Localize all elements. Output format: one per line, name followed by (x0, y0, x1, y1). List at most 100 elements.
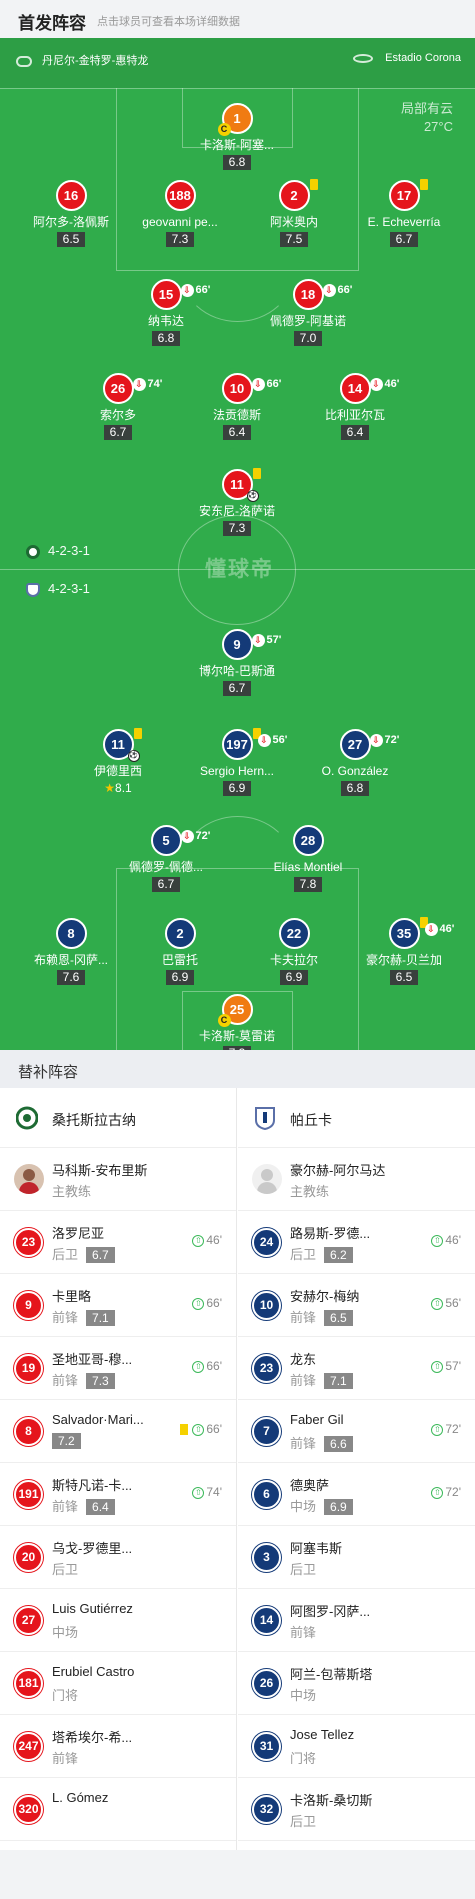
sub-off-icon: ⇩ (180, 829, 194, 843)
pitch: 丹尼尔-金特罗-惠特龙 Estadio Corona 局部有云 27°C 懂球帝… (0, 38, 475, 1050)
sub-player-row[interactable]: 191 斯特凡诺-卡... 前锋 6.4 ⇧ 74' (0, 1463, 236, 1526)
sub-player-row[interactable]: 3 阿塞韦斯 后卫 (238, 1526, 475, 1589)
away-player[interactable]: 27 ⇩ 72' O. González 6.8 (300, 729, 410, 797)
away-team-name: 帕丘卡 (290, 1112, 332, 1128)
home-player[interactable]: 17 E. Echeverría 6.7 (349, 179, 459, 248)
away-formation: 4-2-3-1 (26, 581, 90, 597)
player-rating-wrap: 7.3 (125, 230, 235, 248)
player-rating: 6.9 (280, 970, 308, 985)
sub-player-row[interactable]: 31 Jose Tellez 门将 (238, 1715, 475, 1778)
sub-player-row[interactable]: 23 龙东 前锋 7.1 ⇧ 57' (238, 1337, 475, 1400)
home-player[interactable]: 26 ⇩ 74' 索尔多 6.7 (63, 373, 173, 441)
yellow-card-icon (309, 179, 318, 190)
sub-player-row[interactable]: 320 L. Gómez (0, 1778, 236, 1841)
home-player[interactable]: 1 C 卡洛斯-阿塞... 6.8 (182, 103, 292, 171)
away-player[interactable]: 28 Elías Montiel 7.8 (253, 825, 363, 893)
home-player[interactable]: 11 ⚽ 安东尼-洛萨诺 7.3 (182, 468, 292, 537)
away-player[interactable]: 8 布赖恩-冈萨... 7.6 (16, 918, 126, 986)
sub-on-minute: ⇧ 66' (192, 1296, 222, 1310)
player-rating: 6.9 (223, 781, 251, 796)
away-player[interactable]: 197 ⇩ 56' Sergio Hern... 6.9 (182, 728, 292, 797)
player-rating: 7.8 (294, 877, 322, 892)
sub-player-row[interactable]: 181 Erubiel Castro 门将 (0, 1652, 236, 1715)
ball-icon: ⚽ (127, 750, 140, 762)
position-label: 中场 (290, 1499, 317, 1514)
player-number-badge: 27 ⇩ 72' (339, 729, 399, 760)
position-label: 前锋 (290, 1373, 317, 1388)
sub-player-rating: 6.7 (86, 1247, 115, 1263)
home-formation: 4-2-3-1 (26, 543, 90, 559)
sub-player-row[interactable]: 24 路易斯-罗德... 后卫 6.2 ⇧ 46' (238, 1211, 475, 1274)
player-name: 卡洛斯-莫雷诺 (199, 1029, 275, 1043)
sub-player-row[interactable]: 26 阿兰-包蒂斯塔 中场 (238, 1652, 475, 1715)
sub-minute: 66' (266, 378, 282, 390)
sub-player-row[interactable]: 27 Luis Gutiérrez 中场 (0, 1589, 236, 1652)
home-player[interactable]: 18 ⇩ 66' 佩德罗-阿基诺 7.0 (253, 279, 363, 347)
sub-player-row[interactable]: 8 Salvador·Mari... 7.2 ⇧ 66' (0, 1400, 236, 1463)
home-player[interactable]: 16 阿尔多-洛佩斯 6.5 (16, 180, 126, 248)
minute-text: 56' (445, 1296, 461, 1310)
sub-number-badge: 320 (14, 1795, 43, 1824)
away-team-header[interactable]: 帕丘卡 (238, 1088, 475, 1148)
player-rating: 7.5 (280, 232, 308, 247)
stadium-icon (353, 53, 374, 63)
player-number: 22 (286, 926, 302, 941)
sub-player-name: 阿兰-包蒂斯塔 (290, 1667, 373, 1682)
away-player[interactable]: 5 ⇩ 72' 佩德罗-佩德... 6.7 (111, 825, 221, 893)
sub-player-row[interactable]: 6 德奥萨 中场 6.9 ⇧ 72' (238, 1463, 475, 1526)
sub-off-icon: ⇩ (369, 377, 383, 391)
page-subtitle: 点击球员可查看本场详细数据 (97, 16, 240, 28)
home-player[interactable]: 15 ⇩ 66' 纳韦达 6.8 (111, 279, 221, 347)
home-player[interactable]: 2 阿米奥内 7.5 (239, 179, 349, 248)
sub-minute: 46' (384, 378, 400, 390)
player-rating: 6.4 (223, 425, 251, 440)
sub-player-rating: 6.2 (324, 1247, 353, 1263)
player-rating: ★8.1 (99, 781, 136, 796)
sub-minute: 72' (384, 734, 400, 746)
away-player[interactable]: 35 ⇩ 46' 豪尔赫-贝兰加 6.5 (349, 917, 459, 986)
home-player[interactable]: 188 geovanni pe... 7.3 (125, 180, 235, 248)
ball-icon: ⚽ (246, 490, 259, 502)
away-player[interactable]: 11 ⚽ 伊德里西 ★8.1 (63, 728, 173, 797)
player-name: 佩德罗-佩德... (129, 860, 203, 874)
away-player[interactable]: 25C卡洛斯-莫雷诺7.3 (182, 994, 292, 1050)
sub-player-row[interactable]: 9 卡里略 前锋 7.1 ⇧ 66' (0, 1274, 236, 1337)
away-player[interactable]: 9 ⇩ 57' 博尔哈-巴斯通 6.7 (182, 629, 292, 697)
sub-player-row[interactable]: 14 阿图罗-冈萨... 前锋 (238, 1589, 475, 1652)
away-coach-row[interactable]: 豪尔赫-阿尔马达 主教练 (238, 1148, 475, 1211)
player-rating: 7.6 (57, 970, 85, 985)
home-coach-row[interactable]: 马科斯-安布里斯 主教练 (0, 1148, 236, 1211)
sub-player-position: 后卫 (52, 1559, 78, 1578)
sub-player-row[interactable]: 23 洛罗尼亚 后卫 6.7 ⇧ 46' (0, 1211, 236, 1274)
away-player[interactable]: 2 巴雷托 6.9 (125, 918, 235, 986)
sub-player-row[interactable]: 247 塔希埃尔-希... 前锋 (0, 1715, 236, 1778)
sub-player-position: 前锋 7.1 (52, 1307, 115, 1326)
sub-on-icon: ⇧ (431, 1360, 444, 1373)
sub-player-name: 卡洛斯-桑切斯 (290, 1793, 373, 1808)
player-rating-wrap: 6.7 (111, 875, 221, 893)
sub-player-name: 塔希埃尔-希... (52, 1730, 133, 1745)
sub-player-row[interactable]: 20 乌戈-罗德里... 后卫 (0, 1526, 236, 1589)
away-player[interactable]: 22 卡夫拉尔 6.9 (239, 918, 349, 986)
sub-player-row[interactable]: 32 卡洛斯-桑切斯 后卫 (238, 1778, 475, 1841)
sub-number-badge: 19 (14, 1354, 43, 1383)
sub-off-icon: ⇩ (132, 377, 146, 391)
substitution-info: ⇩ 46' (369, 371, 400, 398)
player-number-badge: 16 (55, 180, 87, 211)
sub-minute: 74' (147, 378, 163, 390)
coach-role: 主教练 (52, 1184, 92, 1199)
home-player[interactable]: 10 ⇩ 66' 法贡德斯 6.4 (182, 373, 292, 441)
sub-player-row[interactable]: 10 安赫尔-梅纳 前锋 6.5 ⇧ 56' (238, 1274, 475, 1337)
sub-player-row[interactable]: 19 圣地亚哥-穆... 前锋 7.3 ⇧ 66' (0, 1337, 236, 1400)
player-name: 佩德罗-阿基诺 (270, 314, 346, 328)
yellow-card-icon (133, 728, 142, 739)
position-label: 后卫 (52, 1562, 79, 1577)
minute-text: 57' (445, 1359, 461, 1373)
sub-on-minute: ⇧ 72' (431, 1422, 461, 1436)
sub-player-row[interactable]: 7 Faber Gil 前锋 6.6 ⇧ 72' (238, 1400, 475, 1463)
home-team-header[interactable]: 桑托斯拉古纳 (0, 1088, 236, 1148)
player-rating: 6.8 (152, 331, 180, 346)
home-player[interactable]: 14 ⇩ 46' 比利亚尔瓦 6.4 (300, 373, 410, 441)
player-rating: 6.8 (341, 781, 369, 796)
player-rating-wrap: 6.4 (300, 423, 410, 441)
